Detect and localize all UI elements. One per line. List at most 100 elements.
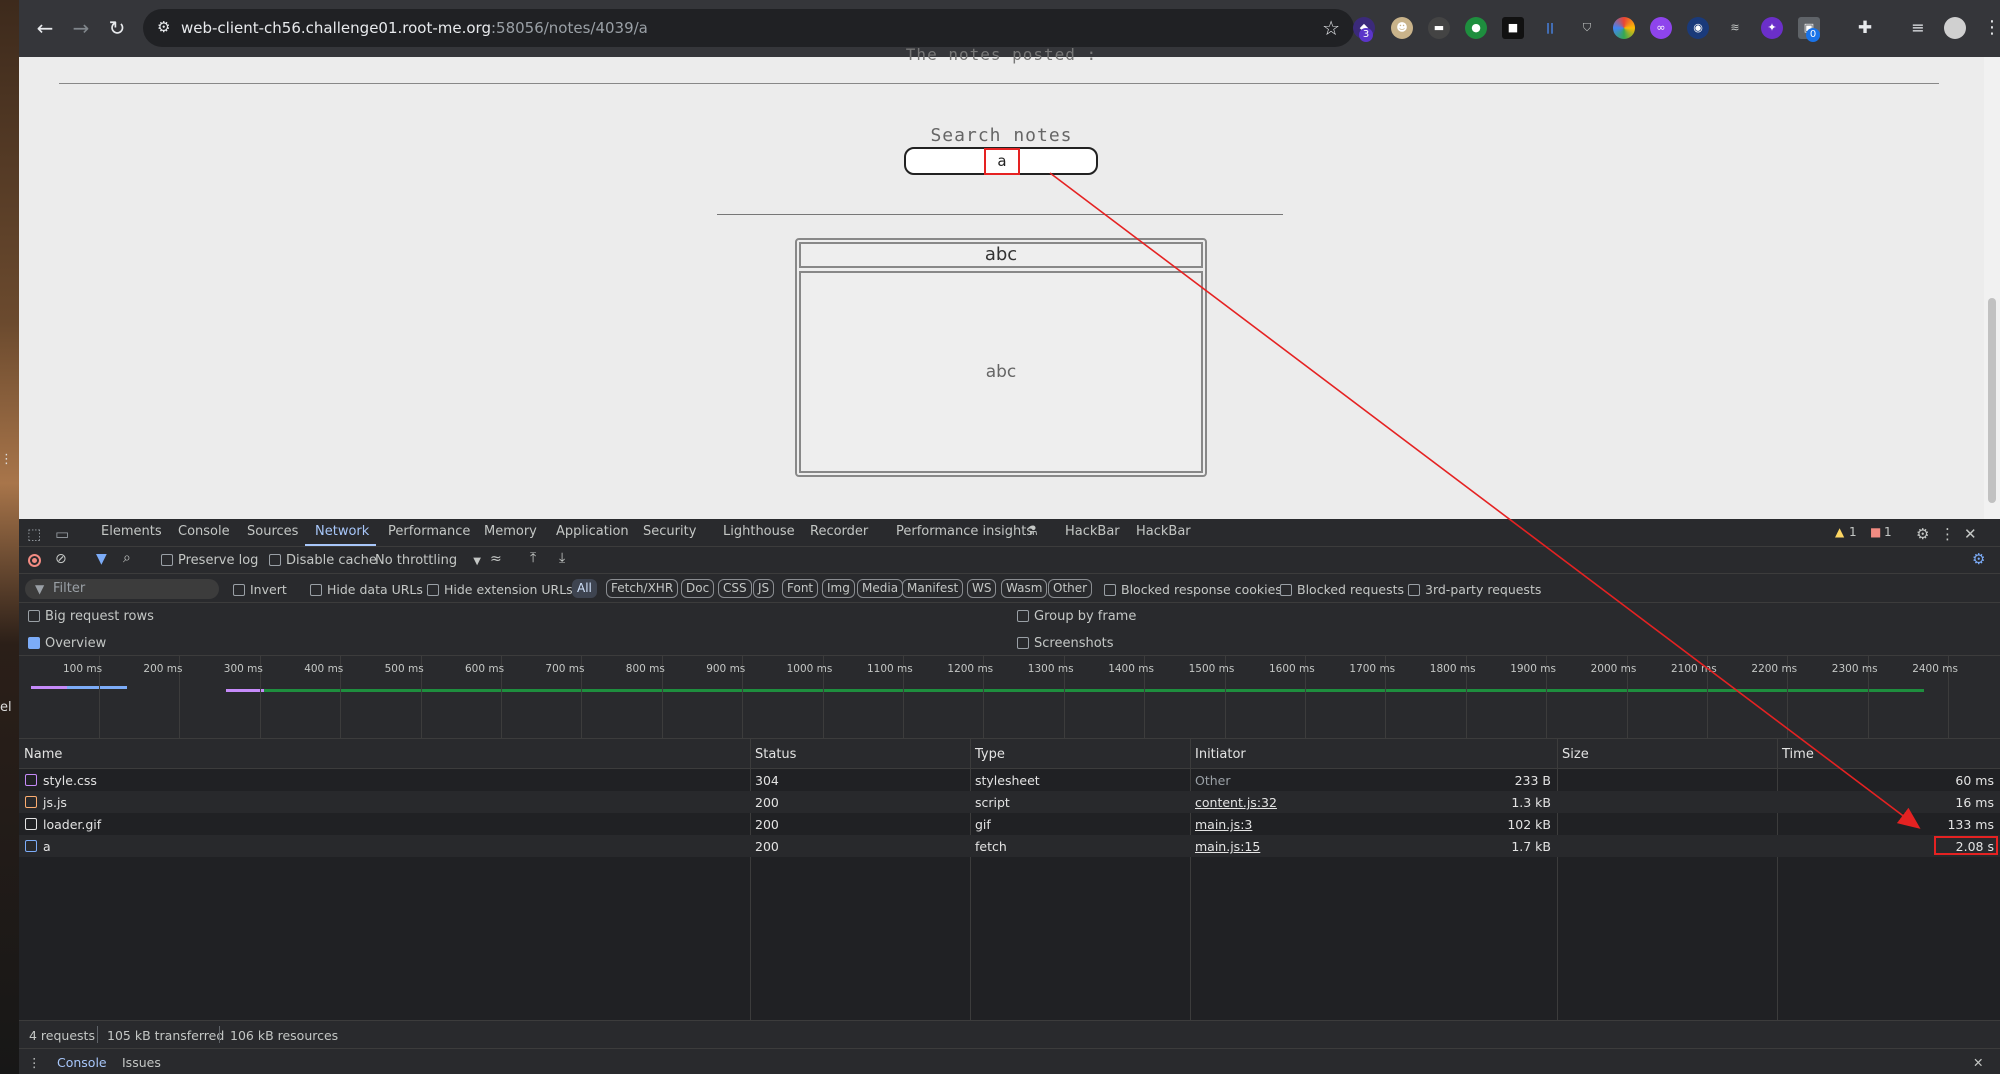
tab-performance-insights[interactable]: Performance insights [896, 524, 1033, 539]
third-party-checkbox[interactable]: 3rd-party requests [1408, 582, 1541, 597]
ext-speed-icon[interactable]: ≋ [1724, 17, 1746, 39]
type-filter-font[interactable]: Font [782, 579, 819, 598]
column-name[interactable]: Name [24, 747, 62, 762]
forward-icon[interactable]: → [67, 14, 95, 42]
ext-globe-icon[interactable]: ◉ [1687, 17, 1709, 39]
import-har-icon[interactable]: ⤒ [530, 550, 536, 566]
request-initiator-link[interactable]: main.js:3 [1195, 817, 1252, 832]
type-filter-all[interactable]: All [572, 579, 597, 598]
device-toolbar-icon[interactable]: ▭ [55, 525, 69, 543]
column-initiator[interactable]: Initiator [1195, 747, 1246, 762]
inspect-element-icon[interactable]: ⬚ [27, 525, 41, 543]
disable-cache-box[interactable] [269, 554, 281, 566]
type-filter-js[interactable]: JS [753, 579, 775, 598]
type-filter-other[interactable]: Other [1048, 579, 1093, 598]
warning-icon[interactable]: ▲ [1835, 525, 1844, 539]
tab-console[interactable]: Console [178, 524, 230, 539]
request-initiator-link[interactable]: content.js:32 [1195, 795, 1277, 810]
ext-purple-circle-icon[interactable]: ∞ [1650, 17, 1672, 39]
column-status[interactable]: Status [755, 747, 796, 762]
issues-count[interactable]: 1 [1884, 525, 1892, 539]
table-row[interactable]: loader.gif 200 gif main.js:3 102 kB 133 … [19, 813, 2000, 835]
tab-security[interactable]: Security [643, 524, 696, 539]
page-scrollbar[interactable] [1984, 57, 2000, 519]
blocked-requests-box[interactable] [1280, 584, 1292, 596]
clear-icon[interactable]: ⊘ [55, 551, 67, 567]
ext-color-wheel-icon[interactable] [1613, 17, 1635, 39]
address-url[interactable]: web-client-ch56.challenge01.root-me.org:… [181, 19, 648, 37]
bookmark-star-icon[interactable]: ☆ [1322, 16, 1340, 40]
tab-memory[interactable]: Memory [484, 524, 537, 539]
hide-data-urls-box[interactable] [310, 584, 322, 596]
request-name[interactable]: a [43, 839, 51, 854]
invert-box[interactable] [233, 584, 245, 596]
ext-green-icon[interactable]: ● [1465, 17, 1487, 39]
hide-extension-urls-box[interactable] [427, 584, 439, 596]
devtools-settings-icon[interactable]: ⚙ [1916, 525, 1929, 543]
profile-avatar-icon[interactable] [1944, 17, 1966, 39]
column-size[interactable]: Size [1562, 747, 1589, 762]
invert-checkbox[interactable]: Invert [233, 582, 287, 597]
drawer-close-icon[interactable]: ✕ [1973, 1055, 1983, 1070]
column-type[interactable]: Type [975, 747, 1005, 762]
devtools-more-icon[interactable]: ⋮ [1940, 525, 1955, 543]
network-conditions-icon[interactable]: ≈ [490, 551, 502, 567]
site-info-icon[interactable]: ⚙ [157, 18, 170, 36]
overview-checkbox[interactable]: Overview [28, 636, 106, 651]
ext-shield-icon[interactable]: ⛉ [1576, 17, 1598, 39]
preserve-log-checkbox[interactable]: Preserve log [161, 553, 258, 568]
type-filter-fetch-xhr[interactable]: Fetch/XHR [606, 579, 679, 598]
search-input-value[interactable]: a [984, 148, 1020, 175]
tab-application[interactable]: Application [556, 524, 629, 539]
tab-hackbar-2[interactable]: HackBar [1136, 524, 1191, 539]
request-name[interactable]: style.css [43, 773, 97, 788]
ext-bat-icon[interactable]: ▬ [1428, 17, 1450, 39]
tab-recorder[interactable]: Recorder [810, 524, 868, 539]
hide-data-urls-checkbox[interactable]: Hide data URLs [310, 582, 423, 597]
tab-sources[interactable]: Sources [247, 524, 298, 539]
media-icon[interactable]: ≡ [1907, 17, 1929, 39]
type-filter-wasm[interactable]: Wasm [1001, 579, 1048, 598]
type-filter-manifest[interactable]: Manifest [902, 579, 964, 598]
drawer-tab-issues[interactable]: Issues [122, 1055, 161, 1070]
tab-lighthouse[interactable]: Lighthouse [723, 524, 795, 539]
tab-performance[interactable]: Performance [388, 524, 470, 539]
disable-cache-checkbox[interactable]: Disable cache [269, 553, 377, 568]
tab-elements[interactable]: Elements [101, 524, 162, 539]
network-overview-timeline[interactable]: 100 ms 200 ms 300 ms 400 ms 500 ms 600 ms 700 … [19, 656, 2000, 739]
type-filter-media[interactable]: Media [857, 579, 904, 598]
filter-icon[interactable]: ▼ [96, 551, 107, 567]
network-settings-icon[interactable]: ⚙ [1972, 550, 1985, 568]
ext-avatar-icon[interactable]: ☻ [1391, 17, 1413, 39]
third-party-box[interactable] [1408, 584, 1420, 596]
throttling-select[interactable]: No throttling ▼ [375, 553, 481, 568]
type-filter-css[interactable]: CSS [718, 579, 752, 598]
table-row[interactable]: style.css 304 stylesheet Other 233 B 60 … [19, 769, 2000, 791]
hide-extension-urls-checkbox[interactable]: Hide extension URLs [427, 582, 573, 597]
overview-box[interactable] [28, 637, 40, 649]
export-har-icon[interactable]: ⤓ [559, 550, 565, 566]
request-initiator-link[interactable]: main.js:15 [1195, 839, 1260, 854]
blocked-requests-checkbox[interactable]: Blocked requests [1280, 582, 1404, 597]
address-bar[interactable]: ⚙ web-client-ch56.challenge01.root-me.or… [143, 9, 1354, 47]
tab-network[interactable]: Network [315, 524, 369, 539]
ext-blue-bars-icon[interactable]: || [1539, 17, 1561, 39]
drawer-tab-console[interactable]: Console [57, 1055, 107, 1070]
big-request-rows-box[interactable] [28, 610, 40, 622]
type-filter-img[interactable]: Img [822, 579, 855, 598]
record-icon[interactable] [28, 554, 41, 567]
drawer-menu-icon[interactable]: ⋮ [28, 1055, 41, 1070]
blocked-cookies-box[interactable] [1104, 584, 1116, 596]
filter-input[interactable]: ▼ Filter [25, 579, 219, 599]
type-filter-ws[interactable]: WS [967, 579, 997, 598]
request-name[interactable]: js.js [43, 795, 67, 810]
blocked-cookies-checkbox[interactable]: Blocked response cookies [1104, 582, 1282, 597]
preserve-log-box[interactable] [161, 554, 173, 566]
table-row[interactable]: js.js 200 script content.js:32 1.3 kB 16… [19, 791, 2000, 813]
screenshots-box[interactable] [1017, 637, 1029, 649]
devtools-close-icon[interactable]: ✕ [1964, 525, 1977, 543]
table-row[interactable]: a 200 fetch main.js:15 1.7 kB 2.08 s [19, 835, 2000, 857]
issues-icon[interactable]: ■ [1870, 525, 1881, 539]
back-icon[interactable]: ← [31, 14, 59, 42]
group-by-frame-checkbox[interactable]: Group by frame [1017, 609, 1136, 624]
